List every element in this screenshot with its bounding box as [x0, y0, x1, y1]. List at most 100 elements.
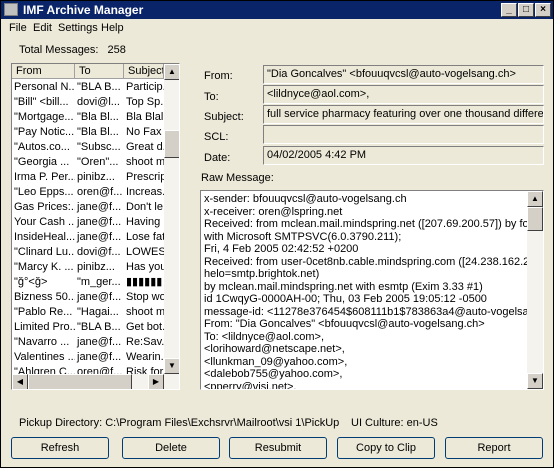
to-field[interactable]: <lildnyce@aol.com>, — [263, 85, 544, 104]
maximize-icon[interactable]: □ — [518, 3, 534, 17]
list-item[interactable]: "Bill" <bill... dovi@l... Top Sp... — [12, 95, 164, 110]
raw-message-text: x-sender: bfouuqvcsl@auto-vogelsang.ch x-… — [204, 193, 544, 390]
list-cell-to: "Subsc... — [77, 141, 121, 153]
total-messages: Total Messages: 258 — [19, 44, 126, 56]
list-cell-to: pinibz... — [77, 261, 115, 273]
scl-label: SCL: — [204, 131, 229, 143]
menu-edit[interactable]: Edit — [33, 22, 52, 34]
raw-vertical-scrollbar[interactable]: ▲ ▼ — [527, 191, 543, 389]
date-label: Date: — [204, 152, 231, 164]
raw-message-line: id 1CwqyG-0000AH-00; Thu, 03 Feb 2005 19… — [204, 293, 487, 305]
column-header-subject[interactable]: Subject — [124, 64, 164, 79]
column-header-from[interactable]: From — [12, 64, 75, 79]
list-cell-from: "Bill" <bill... — [14, 96, 69, 108]
menu-settings[interactable]: Settings — [58, 22, 98, 34]
list-item[interactable]: Your Cash ...jane@f... Having ... — [12, 215, 164, 230]
scroll-down-icon[interactable]: ▼ — [164, 358, 179, 374]
vertical-scrollbar[interactable]: ▲ ▼ — [164, 64, 179, 374]
menu-help[interactable]: Help — [101, 22, 124, 34]
list-cell-from: "Navarro ... — [14, 336, 70, 348]
list-cell-to: jane@f... — [77, 291, 122, 303]
minimize-icon[interactable]: _ — [501, 3, 517, 17]
copy-to-clip-button[interactable]: Copy to Clip — [337, 437, 435, 459]
list-item[interactable]: "Pay Notic..."Bla Bl... No Fax ... — [12, 125, 164, 140]
raw-message-line: Received: from mclean.mail.mindspring.ne… — [204, 218, 543, 230]
raw-scroll-up-icon[interactable]: ▲ — [527, 191, 543, 207]
scroll-left-icon[interactable]: ◀ — [12, 374, 28, 389]
list-cell-to: jane@f... — [77, 231, 122, 243]
list-cell-subject: Increas... — [126, 186, 164, 198]
list-item[interactable]: "Mortgage..."Bla Bl... Bla Blal... — [12, 110, 164, 125]
from-label: From: — [204, 70, 233, 82]
list-item[interactable]: InsideHeal...jane@f... Lose fat... — [12, 230, 164, 245]
menu-file[interactable]: File — [9, 22, 27, 34]
column-header-to[interactable]: To — [75, 64, 124, 79]
raw-message-line: message-id: <11278e376454$608111b1$78386… — [204, 305, 544, 318]
list-item[interactable]: "Marcy K. ...pinibz... Has you... — [12, 260, 164, 275]
list-item[interactable]: "Pablo Re... "Hagai... shoot m... — [12, 305, 164, 320]
list-item[interactable]: "Autos.co... "Subsc... Great d... — [12, 140, 164, 155]
horizontal-scroll-thumb[interactable] — [28, 374, 132, 389]
list-cell-from: Your Cash ... — [14, 216, 75, 228]
scroll-up-icon[interactable]: ▲ — [164, 64, 179, 80]
list-item[interactable]: "Clinard Lu...dovi@f... LOWES... — [12, 245, 164, 260]
raw-message-line: Received: from user-0cet8nb.cable.mindsp… — [204, 255, 544, 268]
raw-message-textbox[interactable]: x-sender: bfouuqvcsl@auto-vogelsang.ch x-… — [200, 190, 544, 390]
raw-message-line: <llunkman_09@yahoo.com>, — [204, 355, 348, 368]
list-cell-subject: Don't le... — [126, 201, 164, 213]
list-cell-from: "Autos.co... — [14, 141, 70, 153]
list-item[interactable]: "Leo Epps...oren@f...Increas... — [12, 185, 164, 200]
raw-message-line: x-sender: bfouuqvcsl@auto-vogelsang.ch — [204, 193, 407, 205]
raw-message-line: <pperry@visi.net>, — [204, 380, 297, 390]
list-cell-subject: Having ... — [126, 216, 164, 228]
list-item[interactable]: "Navarro ... jane@f... Re:Sav... — [12, 335, 164, 350]
list-cell-subject: Great d... — [126, 141, 164, 153]
list-item[interactable]: Irma P. Per...pinibz... Prescrip... — [12, 170, 164, 185]
list-cell-from: "Leo Epps... — [14, 186, 74, 198]
raw-message-line: To: <lildnyce@aol.com>, — [204, 330, 325, 343]
list-cell-from: Limited Pro... — [14, 321, 75, 333]
list-item[interactable]: Personal N..."BLA B... Particip... — [12, 80, 164, 95]
list-item[interactable]: "ğ°<ğ> "m_ger... ▮▮▮▮▮▮ — [12, 275, 164, 290]
raw-scroll-thumb[interactable] — [527, 207, 543, 231]
date-field[interactable]: 04/02/2005 4:42 PM — [263, 146, 544, 165]
list-cell-subject: Lose fat... — [126, 231, 164, 243]
vertical-scroll-thumb[interactable] — [164, 130, 179, 158]
subject-field[interactable]: full service pharmacy featuring over one… — [263, 105, 544, 124]
resubmit-button[interactable]: Resubmit — [229, 437, 327, 459]
list-cell-subject: Has you... — [126, 261, 164, 273]
raw-message-line: x-receiver: oren@lspring.net — [204, 205, 343, 218]
horizontal-scrollbar[interactable]: ◀ ▶ — [12, 374, 179, 389]
list-item[interactable]: Limited Pro..."BLA B... Get bot... — [12, 320, 164, 335]
list-cell-from: "Pablo Re... — [14, 306, 73, 318]
title-bar[interactable]: IMF Archive Manager _ □ × — [1, 1, 553, 19]
window-title: IMF Archive Manager — [23, 3, 144, 17]
delete-button[interactable]: Delete — [122, 437, 220, 459]
scroll-right-icon[interactable]: ▶ — [148, 374, 164, 389]
list-cell-from: Gas Prices:... — [14, 201, 75, 213]
list-item[interactable]: "Georgia ... "Oren"... shoot m... — [12, 155, 164, 170]
list-cell-subject: LOWES... — [126, 246, 164, 258]
close-icon[interactable]: × — [535, 3, 551, 17]
raw-scroll-down-icon[interactable]: ▼ — [527, 373, 543, 389]
list-cell-to: jane@f... — [77, 201, 122, 213]
list-cell-subject: ▮▮▮▮▮▮ — [126, 276, 163, 288]
raw-message-label: Raw Message: — [201, 172, 274, 184]
list-cell-to: jane@f... — [77, 351, 122, 363]
message-list[interactable]: From To Subject Personal N... "BLA B... Pa… — [11, 63, 180, 390]
from-field[interactable]: "Dia Goncalves" <bfouuqvcsl@auto-vogelsa… — [263, 65, 544, 84]
list-cell-to: dovi@l... — [77, 96, 120, 108]
list-cell-subject: Re:Sav... — [126, 336, 164, 348]
list-item[interactable]: Gas Prices:...jane@f... Don't le... — [12, 200, 164, 215]
pickup-directory: Pickup Directory: C:\Program Files\Exchs… — [19, 417, 340, 429]
list-cell-from: "ğ°<ğ> — [14, 276, 48, 288]
list-cell-to: dovi@f... — [77, 246, 121, 258]
list-cell-to: jane@f... — [77, 336, 122, 348]
refresh-button[interactable]: Refresh — [11, 437, 109, 459]
report-button[interactable]: Report — [445, 437, 543, 459]
list-cell-subject: Particip... — [126, 81, 164, 93]
list-item[interactable]: Valentines ...jane@f... Wearin... — [12, 350, 164, 365]
list-cell-to: pinibz... — [77, 171, 115, 183]
scl-field[interactable] — [263, 125, 544, 144]
list-item[interactable]: Bizness 50...jane@f... Stop wo... — [12, 290, 164, 305]
